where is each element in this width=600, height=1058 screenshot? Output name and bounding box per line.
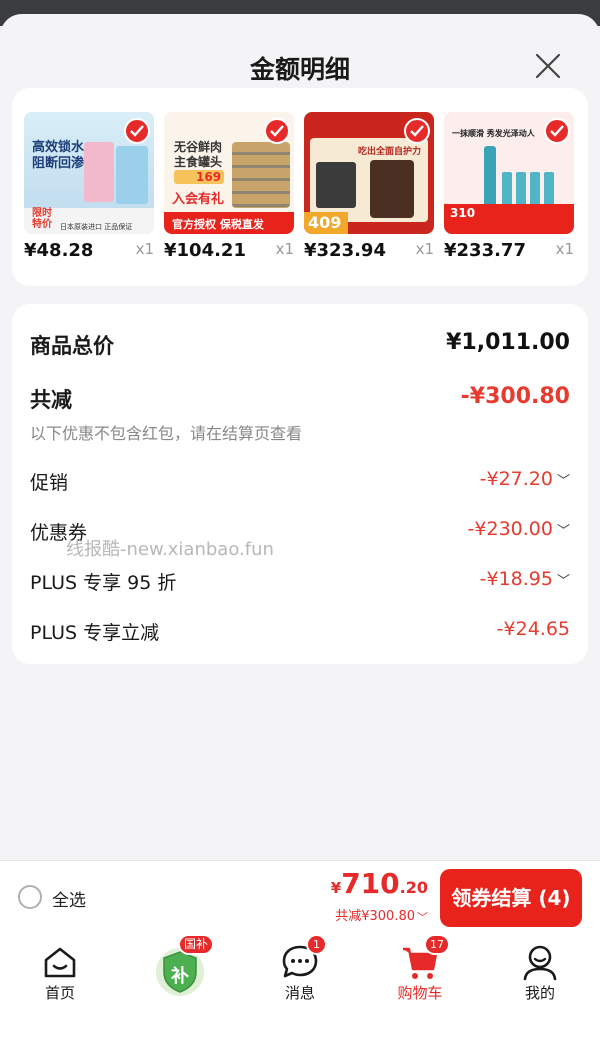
tab-cart-label: 购物车 xyxy=(397,984,443,1002)
chevron-down-icon[interactable]: ﹀ xyxy=(557,570,570,589)
plus-discount-amount: -¥18.95 xyxy=(479,568,553,590)
chevron-down-icon[interactable]: ﹀ xyxy=(417,909,428,925)
messages-badge: 1 xyxy=(306,934,327,955)
tab-home-label: 首页 xyxy=(44,984,75,1002)
tab-national-subsidy[interactable]: 补 国补 xyxy=(120,932,240,1022)
product-image-promo: 169 xyxy=(196,170,222,184)
product-image-text: 入会有礼 xyxy=(172,192,225,207)
product-price: ¥323.94 xyxy=(304,240,386,261)
promotion-value[interactable]: -¥27.20 ﹀ xyxy=(480,468,570,490)
coupon-amount: -¥230.00 xyxy=(467,518,553,540)
total-discount-toggle[interactable]: 共减¥300.80 ﹀ xyxy=(335,905,428,925)
close-icon[interactable] xyxy=(532,50,564,82)
coupon-value[interactable]: -¥230.00 ﹀ xyxy=(468,518,570,540)
product-price: ¥104.21 xyxy=(164,240,246,261)
tab-me-label: 我的 xyxy=(524,984,555,1002)
user-icon xyxy=(523,945,557,981)
product-item[interactable]: 一抹顺滑 秀发光泽动人 310 ¥233.77 x1 xyxy=(444,112,574,262)
product-image-tag: 限时 特价 xyxy=(32,208,52,230)
product-image-text: 官方授权 保税直发 xyxy=(172,218,264,231)
plus-reduction-label: PLUS 专享立减 xyxy=(30,622,160,644)
tab-cart[interactable]: 17 购物车 xyxy=(360,932,480,1022)
plus-discount-value[interactable]: -¥18.95 ﹀ xyxy=(480,568,570,590)
product-image-promo: 310 xyxy=(450,206,476,220)
total-discount-value: -¥300.80 xyxy=(460,384,570,409)
product-selected-check[interactable] xyxy=(124,118,150,144)
watermark: 线报酷-new.xianbao.fun xyxy=(66,539,274,560)
close-button[interactable] xyxy=(532,50,564,82)
chevron-down-icon[interactable]: ﹀ xyxy=(557,470,570,489)
promotion-amount: -¥27.20 xyxy=(479,468,553,490)
product-price: ¥233.77 xyxy=(444,240,526,261)
total-discount-label: 共减 xyxy=(30,388,72,412)
product-image-text: 阻断回渗 xyxy=(32,156,85,171)
chevron-down-icon[interactable]: ﹀ xyxy=(557,520,570,539)
selected-products-card: 高效锁水 阻断回渗 限时 特价 日本原装进口 正品保证 ¥48.28 x1 无谷… xyxy=(12,88,588,286)
product-image-text: 日本原装进口 正品保证 xyxy=(60,223,133,231)
tab-home[interactable]: 首页 xyxy=(0,932,120,1022)
product-quantity: x1 xyxy=(555,240,574,258)
total-integer: 710 xyxy=(341,867,400,900)
select-all-label[interactable]: 全选 xyxy=(52,886,86,911)
total-decimal: .20 xyxy=(399,878,428,897)
price-summary-card: 商品总价 ¥1,011.00 共减 -¥300.80 以下优惠不包含红包，请在结… xyxy=(12,304,588,664)
checkmark-icon xyxy=(270,125,284,137)
product-price: ¥48.28 xyxy=(24,240,94,261)
plus-reduction-value: -¥24.65 xyxy=(496,618,570,640)
checkmark-icon xyxy=(550,125,564,137)
product-quantity: x1 xyxy=(135,240,154,258)
promotion-label: 促销 xyxy=(30,472,69,494)
tab-me[interactable]: 我的 xyxy=(480,932,600,1022)
product-selected-check[interactable] xyxy=(544,118,570,144)
product-selected-check[interactable] xyxy=(404,118,430,144)
bottom-tab-bar: 首页 补 国补 1 消息 17 购物车 我的 xyxy=(0,932,600,1058)
total-currency: ¥ xyxy=(330,879,342,897)
subtotal-value: ¥1,011.00 xyxy=(446,330,570,355)
subsidy-badge: 国补 xyxy=(178,934,215,955)
cart-badge: 17 xyxy=(424,934,450,955)
tab-messages[interactable]: 1 消息 xyxy=(240,932,360,1022)
product-item[interactable]: 高效锁水 阻断回渗 限时 特价 日本原装进口 正品保证 ¥48.28 x1 xyxy=(24,112,154,262)
product-image-promo: 409 xyxy=(308,213,342,232)
product-item[interactable]: 吃出全面自护力 409 ¥323.94 x1 xyxy=(304,112,434,262)
product-item[interactable]: 无谷鲜肉 主食罐头 169 入会有礼 官方授权 保税直发 ¥104.21 x1 xyxy=(164,112,294,262)
product-image-text: 吃出全面自护力 xyxy=(358,147,422,157)
discount-hint: 以下优惠不包含红包，请在结算页查看 xyxy=(30,424,303,443)
product-quantity: x1 xyxy=(415,240,434,258)
plus-discount-label: PLUS 专享 95 折 xyxy=(30,572,177,594)
checkout-button[interactable]: 领券结算 (4) xyxy=(440,869,582,927)
checkout-bar: 全选 ¥710.20 共减¥300.80 ﹀ 领券结算 (4) xyxy=(0,860,600,932)
subtotal-label: 商品总价 xyxy=(30,334,114,358)
product-quantity: x1 xyxy=(275,240,294,258)
product-selected-check[interactable] xyxy=(264,118,290,144)
subsidy-icon-text: 补 xyxy=(171,966,189,987)
checkmark-icon xyxy=(130,125,144,137)
product-image-text: 主食罐头 xyxy=(174,155,223,169)
home-icon xyxy=(44,947,76,978)
select-all-radio[interactable] xyxy=(18,885,42,909)
total-discount-text: 共减¥300.80 xyxy=(335,909,415,924)
product-image-text: 一抹顺滑 秀发光泽动人 xyxy=(452,129,535,138)
tab-messages-label: 消息 xyxy=(284,984,315,1002)
total-price: ¥710.20 xyxy=(331,867,428,900)
sheet-title: 金额明细 xyxy=(249,55,350,84)
checkmark-icon xyxy=(410,125,424,137)
